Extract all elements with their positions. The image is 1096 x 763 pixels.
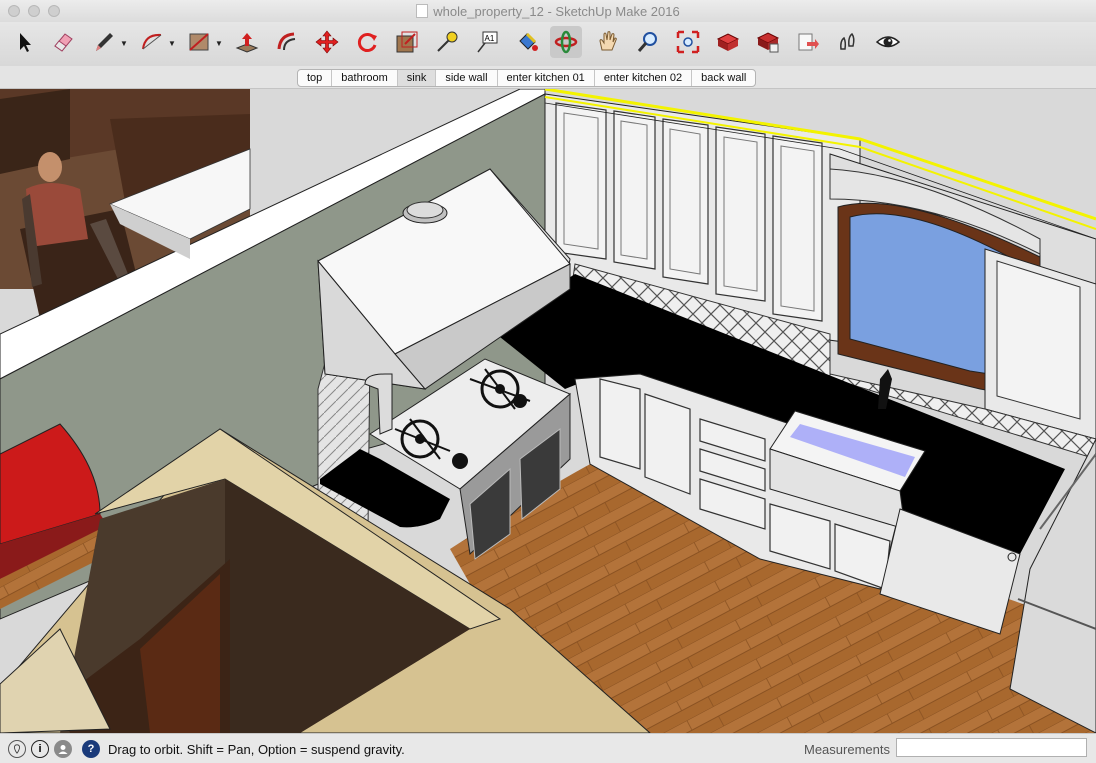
- scene-tab-enter-kitchen-02[interactable]: enter kitchen 02: [595, 70, 693, 86]
- eraser-tool-button[interactable]: [47, 26, 79, 58]
- arrow-cursor-icon: [20, 33, 31, 52]
- measurements-label: Measurements: [804, 742, 890, 757]
- user-account-icon[interactable]: [54, 740, 72, 758]
- arc-tool-button[interactable]: [136, 26, 168, 58]
- share-model-tool-button[interactable]: [792, 26, 824, 58]
- scene-tab-enter-kitchen-01[interactable]: enter kitchen 01: [498, 70, 595, 86]
- paint-bucket-tool-button[interactable]: [511, 26, 543, 58]
- extension-warehouse-tool-button[interactable]: [752, 26, 784, 58]
- zoom-extents-tool-button[interactable]: [672, 26, 704, 58]
- warehouse-tool-button[interactable]: [712, 26, 744, 58]
- status-hint: Drag to orbit. Shift = Pan, Option = sus…: [108, 742, 405, 757]
- offset-tool-button[interactable]: [271, 26, 303, 58]
- scene-tab-bathroom[interactable]: bathroom: [332, 70, 398, 86]
- title-bar: whole_property_12 - SketchUp Make 2016: [0, 0, 1096, 22]
- geo-location-icon[interactable]: [8, 740, 26, 758]
- push-pull-icon: [235, 33, 259, 53]
- offset-icon: [277, 32, 296, 51]
- paint-bucket-icon: [519, 32, 538, 51]
- scene-tabs: top bathroom sink side wall enter kitche…: [297, 69, 757, 87]
- eye-icon: [875, 36, 901, 48]
- scale-icon: [396, 31, 418, 53]
- text-tool-button[interactable]: A1: [471, 26, 503, 58]
- move-tool-button[interactable]: [311, 26, 343, 58]
- line-tool-button[interactable]: [88, 26, 120, 58]
- kitchen-model-render: [0, 89, 1096, 733]
- scale-tool-button[interactable]: [391, 26, 423, 58]
- arc-tool-dropdown-icon[interactable]: ▼: [168, 39, 176, 48]
- rotate-icon: [357, 33, 377, 52]
- 3d-warehouse-icon: [716, 33, 740, 51]
- rectangle-icon: [189, 33, 209, 51]
- extension-warehouse-icon: [756, 32, 780, 53]
- tape-measure-tool-button[interactable]: [431, 26, 463, 58]
- walk-tool-button[interactable]: [832, 26, 864, 58]
- zoom-tool-button[interactable]: [632, 26, 664, 58]
- look-around-tool-button[interactable]: [872, 26, 904, 58]
- select-tool-button[interactable]: [9, 26, 41, 58]
- text-label-icon: A1: [477, 31, 498, 53]
- pencil-icon: [96, 33, 113, 51]
- pan-tool-button[interactable]: [592, 26, 624, 58]
- magnifier-icon: [637, 32, 657, 52]
- scene-tab-top[interactable]: top: [298, 70, 333, 86]
- window-title: whole_property_12 - SketchUp Make 2016: [0, 4, 1096, 19]
- shapes-tool-dropdown-icon[interactable]: ▼: [215, 39, 223, 48]
- main-toolbar: ▼ ▼ ▼ A1: [0, 22, 1096, 66]
- rotate-tool-button[interactable]: [351, 26, 383, 58]
- scene-tab-back-wall[interactable]: back wall: [692, 70, 755, 86]
- hand-icon: [599, 31, 617, 51]
- orbit-icon: [554, 30, 578, 54]
- model-info-icon[interactable]: i: [31, 740, 49, 758]
- zoom-extents-icon: [676, 30, 700, 54]
- document-icon: [416, 4, 429, 18]
- walk-feet-icon: [840, 32, 855, 50]
- help-icon[interactable]: ?: [82, 740, 100, 758]
- share-model-icon: [798, 33, 819, 51]
- scene-tab-sink[interactable]: sink: [397, 70, 437, 86]
- scenes-bar: top bathroom sink side wall enter kitche…: [0, 66, 1096, 89]
- eraser-icon: [54, 33, 73, 52]
- measurements-input[interactable]: [896, 738, 1087, 757]
- arc-icon: [142, 33, 162, 50]
- move-arrows-icon: [315, 30, 339, 54]
- push-pull-tool-button[interactable]: [231, 26, 263, 58]
- scene-tab-side-wall[interactable]: side wall: [436, 70, 498, 86]
- shapes-tool-button[interactable]: [183, 26, 215, 58]
- text-tool-glyph: A1: [485, 34, 495, 43]
- status-bar: i ? Drag to orbit. Shift = Pan, Option =…: [0, 733, 1096, 763]
- orbit-tool-button[interactable]: [550, 26, 582, 58]
- tape-measure-icon: [437, 31, 458, 52]
- model-viewport[interactable]: [0, 89, 1096, 733]
- line-tool-dropdown-icon[interactable]: ▼: [120, 39, 128, 48]
